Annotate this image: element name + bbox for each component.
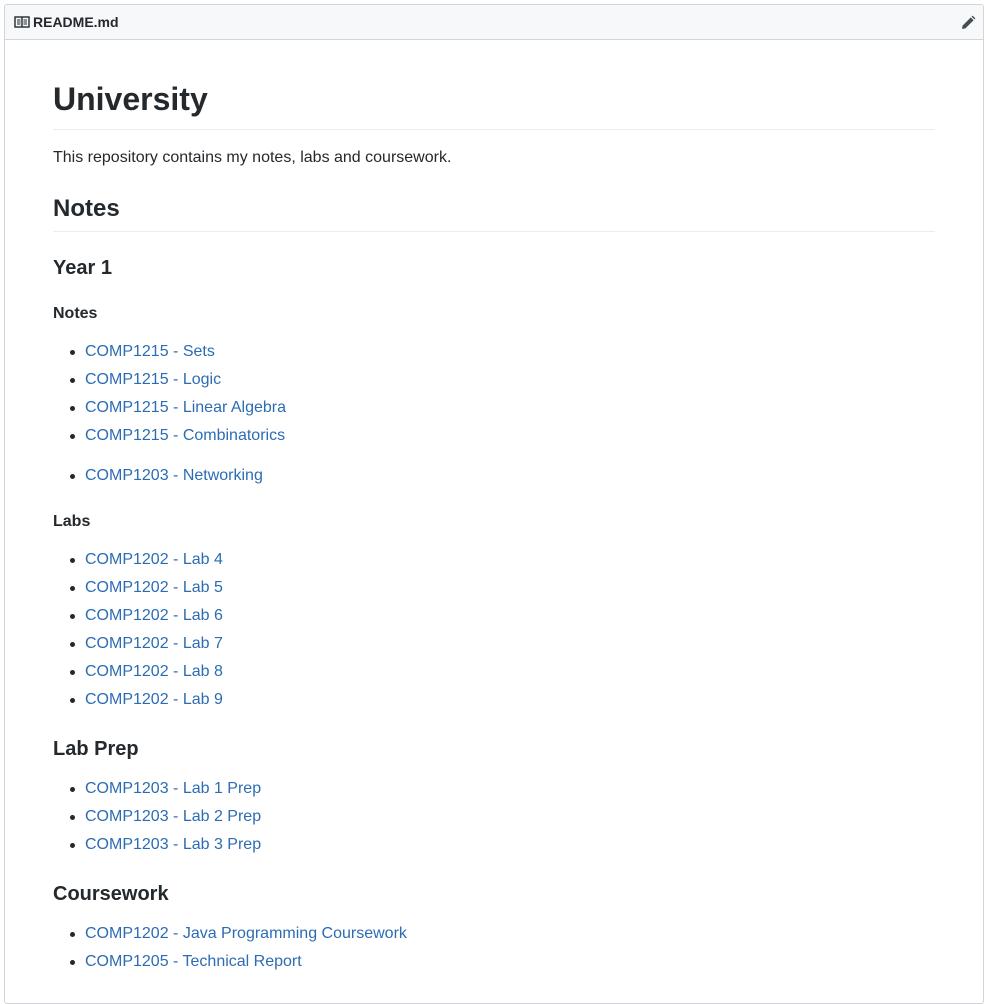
list-item: COMP1202 - Lab 8 [53, 658, 223, 686]
labs-list: COMP1202 - Lab 4 COMP1202 - Lab 5 COMP12… [53, 546, 223, 714]
list-item: COMP1215 - Logic [53, 366, 286, 394]
edit-button[interactable] [959, 14, 977, 32]
list-item: COMP1203 - Lab 2 Prep [53, 803, 261, 831]
lab-link-7[interactable]: COMP1202 - Lab 7 [85, 635, 223, 652]
bullet [70, 670, 75, 675]
bullet [70, 586, 75, 591]
year1-notes-heading: Notes [53, 305, 98, 322]
bullet [70, 815, 75, 820]
bullet [70, 406, 75, 411]
list-item: COMP1215 - Combinatorics [53, 422, 286, 450]
intro-text: This repository contains my notes, labs … [53, 149, 452, 166]
lab-prep-link-2[interactable]: COMP1203 - Lab 2 Prep [85, 808, 261, 825]
list-item: COMP1203 - Networking [53, 462, 263, 490]
note-link-logic[interactable]: COMP1215 - Logic [85, 371, 221, 388]
bullet [70, 434, 75, 439]
readme-container: README.md University This repository con… [4, 4, 984, 1004]
year1-heading: Year 1 [53, 257, 112, 279]
bullet [70, 642, 75, 647]
coursework-link-technical-report[interactable]: COMP1205 - Technical Report [85, 953, 302, 970]
list-item: COMP1202 - Lab 6 [53, 602, 223, 630]
lab-link-6[interactable]: COMP1202 - Lab 6 [85, 607, 223, 624]
lab-prep-heading: Lab Prep [53, 738, 139, 760]
labs-heading: Labs [53, 513, 91, 530]
bullet [70, 843, 75, 848]
list-item: COMP1202 - Java Programming Coursework [53, 920, 407, 948]
list-item: COMP1215 - Sets [53, 338, 286, 366]
list-item: COMP1203 - Lab 3 Prep [53, 831, 261, 859]
list-item: COMP1203 - Lab 1 Prep [53, 775, 261, 803]
notes-list: COMP1215 - Sets COMP1215 - Logic COMP121… [53, 338, 286, 450]
notes-heading: Notes [53, 195, 120, 222]
readme-header: README.md [5, 5, 983, 40]
note-link-networking[interactable]: COMP1203 - Networking [85, 467, 263, 484]
bullet [70, 932, 75, 937]
bullet [70, 350, 75, 355]
lab-link-8[interactable]: COMP1202 - Lab 8 [85, 663, 223, 680]
list-item: COMP1202 - Lab 9 [53, 686, 223, 714]
lab-prep-list: COMP1203 - Lab 1 Prep COMP1203 - Lab 2 P… [53, 775, 261, 859]
bullet [70, 787, 75, 792]
list-item: COMP1202 - Lab 7 [53, 630, 223, 658]
lab-link-9[interactable]: COMP1202 - Lab 9 [85, 691, 223, 708]
book-icon [14, 14, 30, 30]
bullet [70, 960, 75, 965]
list-item: COMP1205 - Technical Report [53, 948, 407, 976]
lab-link-4[interactable]: COMP1202 - Lab 4 [85, 551, 223, 568]
notes-divider [53, 231, 935, 232]
note-link-linear-algebra[interactable]: COMP1215 - Linear Algebra [85, 399, 286, 416]
lab-link-5[interactable]: COMP1202 - Lab 5 [85, 579, 223, 596]
readme-filename: README.md [33, 14, 119, 30]
coursework-heading: Coursework [53, 883, 169, 905]
page-title: University [53, 81, 208, 117]
list-item: COMP1202 - Lab 5 [53, 574, 223, 602]
note-link-combinatorics[interactable]: COMP1215 - Combinatorics [85, 427, 285, 444]
lab-prep-link-1[interactable]: COMP1203 - Lab 1 Prep [85, 780, 261, 797]
title-divider [53, 129, 935, 130]
bullet [70, 698, 75, 703]
note-link-sets[interactable]: COMP1215 - Sets [85, 343, 215, 360]
pencil-icon [962, 15, 976, 29]
coursework-list: COMP1202 - Java Programming Coursework C… [53, 920, 407, 976]
bullet [70, 614, 75, 619]
list-item: COMP1215 - Linear Algebra [53, 394, 286, 422]
bullet [70, 378, 75, 383]
coursework-link-java[interactable]: COMP1202 - Java Programming Coursework [85, 925, 407, 942]
lab-prep-link-3[interactable]: COMP1203 - Lab 3 Prep [85, 836, 261, 853]
list-item: COMP1202 - Lab 4 [53, 546, 223, 574]
bullet [70, 558, 75, 563]
notes-list-2: COMP1203 - Networking [53, 462, 263, 490]
bullet [70, 474, 75, 479]
